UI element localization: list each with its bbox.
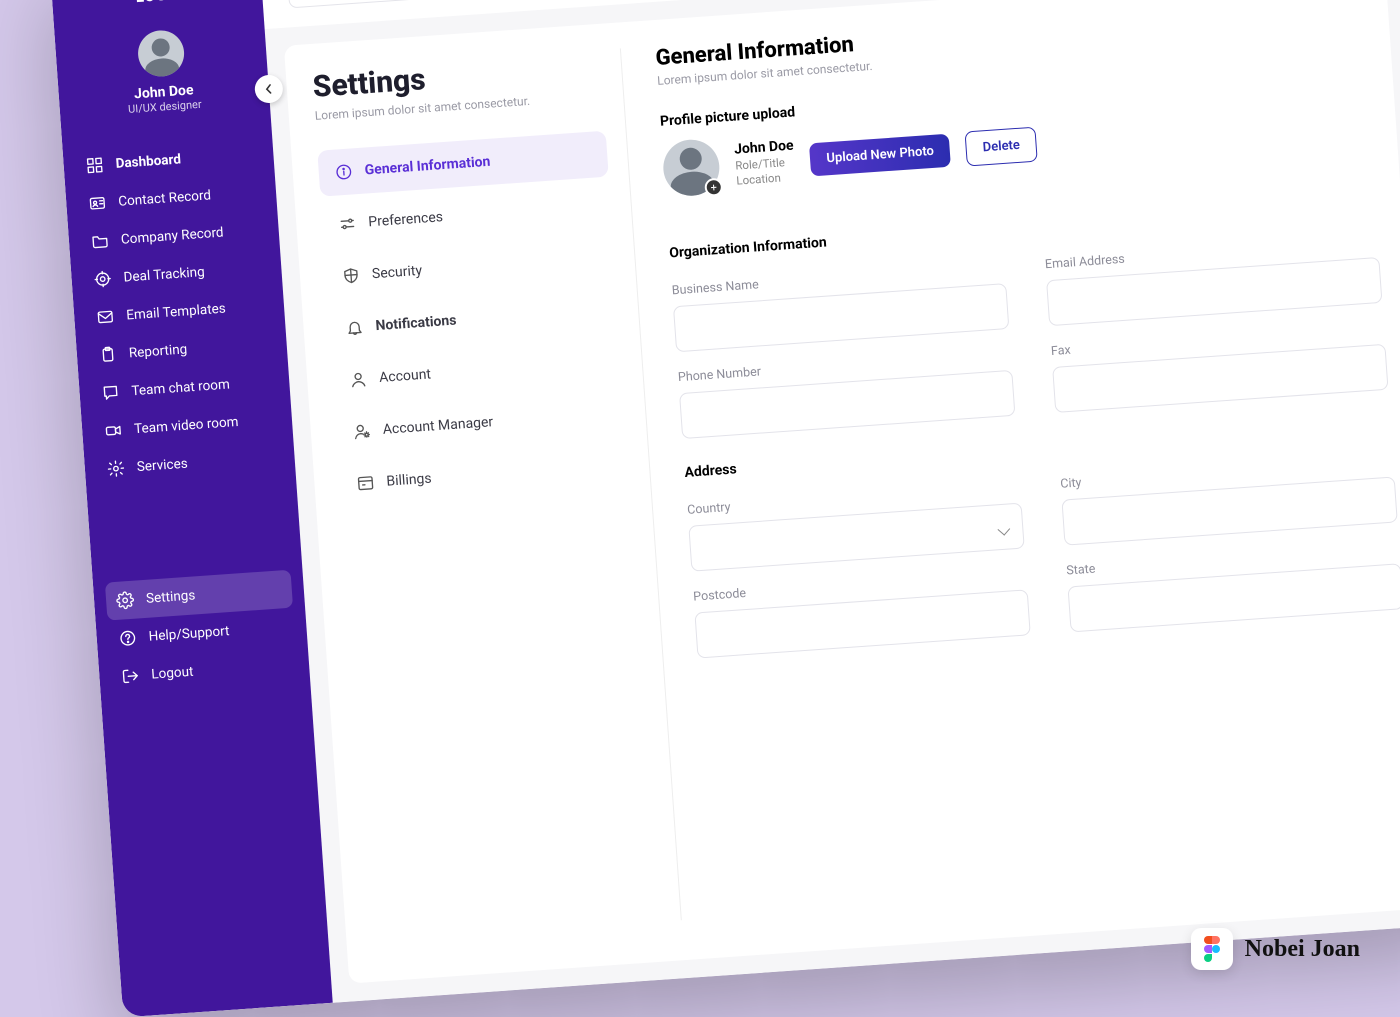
- tab-label: Notifications: [375, 313, 457, 335]
- help-icon: [118, 628, 137, 647]
- video-icon: [104, 421, 123, 440]
- folder-icon: [90, 232, 109, 251]
- avatar-icon: [137, 29, 186, 78]
- profile-avatar-wrap[interactable]: +: [661, 138, 721, 198]
- delete-photo-button[interactable]: Delete: [965, 126, 1038, 166]
- tab-label: Account Manager: [382, 414, 493, 438]
- target-icon: [93, 269, 112, 288]
- author-name: Nobei Joan: [1245, 936, 1360, 963]
- avatar-add-icon: +: [704, 178, 723, 197]
- tab-label: Billings: [386, 471, 432, 490]
- sidebar-item-label: Team video room: [134, 414, 239, 437]
- figma-icon: [1191, 928, 1233, 970]
- logo: LOGO: [52, 0, 263, 12]
- user-icon: [349, 370, 368, 389]
- chat-icon: [101, 383, 120, 402]
- info-icon: [334, 162, 353, 181]
- upload-photo-button[interactable]: Upload New Photo: [809, 133, 951, 176]
- sidebar-profile[interactable]: John Doe UI/UX designer: [55, 23, 270, 120]
- settings-icon: [116, 590, 135, 609]
- sidebar-nav: Dashboard Contact Record Company Record Dea…: [62, 134, 300, 553]
- sidebar-item-label: Logout: [151, 663, 194, 682]
- gear-icon: [106, 459, 125, 478]
- shield-icon: [341, 266, 360, 285]
- billing-icon: [356, 474, 375, 493]
- sidebar-item-label: Team chat room: [131, 376, 230, 399]
- sidebar-item-label: Help/Support: [148, 623, 230, 645]
- attribution: Nobei Joan: [1191, 928, 1360, 970]
- sidebar-item-label: Settings: [146, 587, 196, 606]
- tab-label: Security: [371, 263, 422, 282]
- grid-icon: [85, 156, 104, 175]
- sidebar-item-label: Email Templates: [126, 301, 227, 324]
- tab-label: Account: [379, 366, 432, 386]
- logout-icon: [121, 666, 140, 685]
- main-area: Search Cancel Save Changes Settings Lore…: [259, 0, 1400, 1003]
- settings-tabs: General Information Preferences Security No…: [317, 131, 630, 508]
- tab-label: Preferences: [368, 209, 444, 230]
- search-input[interactable]: Search: [287, 0, 708, 8]
- sidebar-footer-nav: Settings Help/Support Logout: [93, 568, 331, 987]
- sidebar-item-label: Dashboard: [115, 151, 181, 172]
- profile-meta: John Doe Role/Title Location: [734, 137, 797, 189]
- settings-panel: General Information Lorem ipsum dolor si…: [621, 0, 1400, 920]
- org-info-section-label: Organization Information: [669, 222, 1003, 261]
- address-section-label: Address: [684, 442, 1018, 481]
- mail-icon: [96, 307, 115, 326]
- id-card-icon: [88, 194, 107, 213]
- sidebar-item-label: Deal Tracking: [123, 264, 205, 286]
- sidebar-item-label: Reporting: [128, 341, 187, 361]
- tab-label: General Information: [364, 154, 491, 179]
- profile-location: Location: [736, 170, 796, 189]
- sidebar-item-label: Company Record: [120, 225, 224, 248]
- settings-left-column: Settings Lorem ipsum dolor sit amet cons…: [312, 48, 682, 941]
- sliders-icon: [338, 214, 357, 233]
- bell-icon: [345, 318, 364, 337]
- sidebar-item-label: Contact Record: [118, 187, 212, 209]
- app-window: LOGO John Doe UI/UX designer Dashboard Co…: [50, 0, 1400, 1017]
- sidebar-item-label: Services: [136, 456, 188, 476]
- clipboard-icon: [98, 345, 117, 364]
- content: Settings Lorem ipsum dolor sit amet cons…: [284, 0, 1400, 984]
- user-gear-icon: [352, 422, 371, 441]
